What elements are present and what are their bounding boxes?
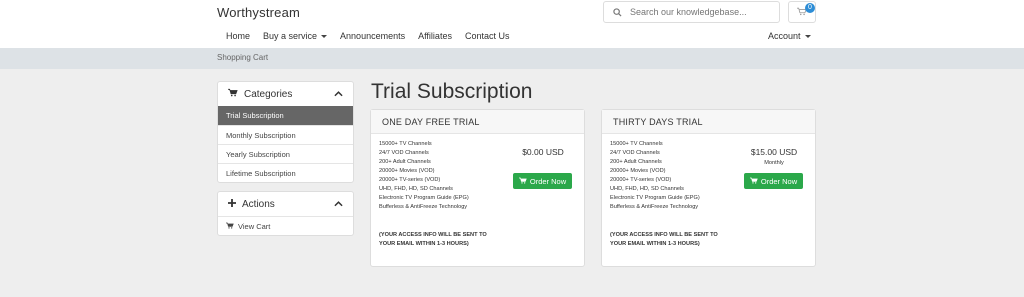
billing-cycle: Monthly [764, 160, 784, 166]
top-header: Worthystream 0 Home Buy a service Announ… [0, 0, 1024, 48]
nav-buy-a-service[interactable]: Buy a service [263, 31, 328, 41]
actions-header[interactable]: Actions [218, 192, 353, 216]
feature-line: Electronic TV Program Guide (EPG) [610, 195, 700, 201]
notice-line: YOUR EMAIL WITHIN 1-3 HOURS) [379, 241, 469, 247]
account-label: Account [768, 31, 801, 41]
order-now-label: Order Now [529, 176, 567, 186]
feature-line: 15000+ TV Channels [610, 141, 663, 147]
feature-line: 20000+ Movies (VOD) [610, 168, 666, 174]
cart-button[interactable]: 0 [788, 1, 816, 23]
nav-contact-label: Contact Us [464, 31, 510, 41]
breadcrumb-bar: Shopping Cart [0, 48, 1024, 69]
access-notice: (YOUR ACCESS INFO WILL BE SENT TO YOUR E… [610, 231, 718, 249]
access-notice: (YOUR ACCESS INFO WILL BE SENT TO YOUR E… [379, 231, 487, 249]
feature-line: 200+ Adult Channels [610, 159, 662, 165]
notice-line: YOUR EMAIL WITHIN 1-3 HOURS) [610, 241, 700, 247]
nav-affiliates-label: Affiliates [418, 31, 452, 41]
notice-line: (YOUR ACCESS INFO WILL BE SENT TO [610, 232, 718, 238]
caret-down-icon [804, 34, 811, 38]
nav-affiliates[interactable]: Affiliates [418, 31, 452, 41]
product-features: 15000+ TV Channels 24/7 VOD Channels 200… [610, 140, 700, 212]
view-cart-label: View Cart [238, 221, 271, 231]
product-name: ONE DAY FREE TRIAL [371, 110, 584, 134]
account-menu[interactable]: Account [768, 31, 811, 41]
notice-line: (YOUR ACCESS INFO WILL BE SENT TO [379, 232, 487, 238]
caret-down-icon [321, 34, 328, 38]
nav-announcements[interactable]: Announcements [340, 31, 405, 41]
nav-buy-label: Buy a service [263, 31, 318, 41]
search-icon [604, 7, 630, 17]
nav-contact-us[interactable]: Contact Us [465, 31, 510, 41]
categories-panel: Categories Trial Subscription Monthly Su… [217, 81, 354, 183]
search-box[interactable] [603, 1, 780, 23]
nav-announcements-label: Announcements [340, 31, 406, 41]
feature-line: 20000+ Movies (VOD) [379, 168, 435, 174]
categories-title: Categories [244, 88, 293, 100]
plus-icon [228, 198, 236, 210]
order-now-button[interactable]: Order Now [513, 173, 572, 189]
feature-line: 20000+ TV-series (VOD) [379, 177, 441, 183]
feature-line: 24/7 VOD Channels [379, 150, 429, 156]
feature-line: 200+ Adult Channels [379, 159, 431, 165]
feature-line: 24/7 VOD Channels [610, 150, 660, 156]
actions-panel: Actions View Cart [217, 191, 354, 236]
nav-home-label: Home [226, 31, 251, 41]
feature-line: Bufferless & AntiFreeze Technology [610, 204, 699, 210]
product-price: $15.00 USD [750, 147, 798, 157]
product-card: THIRTY DAYS TRIAL 15000+ TV Channels 24/… [601, 109, 816, 267]
feature-line: 20000+ TV-series (VOD) [610, 177, 672, 183]
nav-home[interactable]: Home [226, 31, 250, 41]
breadcrumb[interactable]: Shopping Cart [217, 53, 268, 62]
chevron-up-icon[interactable] [334, 89, 343, 100]
brand-logo[interactable]: Worthystream [217, 5, 300, 20]
category-monthly-subscription[interactable]: Monthly Subscription [218, 125, 353, 144]
cart-icon [518, 177, 527, 186]
order-now-button[interactable]: Order Now [744, 173, 803, 189]
cart-icon [227, 88, 238, 100]
feature-line: UHD, FHD, HD, SD Channels [610, 186, 684, 192]
cart-count-badge: 0 [805, 3, 815, 13]
product-name: THIRTY DAYS TRIAL [602, 110, 815, 134]
product-features: 15000+ TV Channels 24/7 VOD Channels 200… [379, 140, 469, 212]
page-title: Trial Subscription [371, 80, 533, 103]
main-nav: Home Buy a service Announcements Affilia… [226, 31, 522, 41]
product-card: ONE DAY FREE TRIAL 15000+ TV Channels 24… [370, 109, 585, 267]
cart-icon [749, 177, 758, 186]
product-price: $0.00 USD [522, 147, 564, 157]
cart-icon [225, 222, 234, 231]
order-now-label: Order Now [760, 176, 798, 186]
feature-line: Electronic TV Program Guide (EPG) [379, 195, 469, 201]
feature-line: UHD, FHD, HD, SD Channels [379, 186, 453, 192]
chevron-up-icon[interactable] [334, 199, 343, 210]
category-yearly-subscription[interactable]: Yearly Subscription [218, 144, 353, 163]
feature-line: Bufferless & AntiFreeze Technology [379, 204, 468, 210]
feature-line: 15000+ TV Channels [379, 141, 432, 147]
category-lifetime-subscription[interactable]: Lifetime Subscription [218, 163, 353, 182]
categories-header[interactable]: Categories [218, 82, 353, 106]
view-cart-link[interactable]: View Cart [218, 216, 353, 235]
search-input[interactable] [630, 7, 770, 17]
actions-title: Actions [242, 198, 275, 210]
category-trial-subscription[interactable]: Trial Subscription [218, 106, 353, 125]
